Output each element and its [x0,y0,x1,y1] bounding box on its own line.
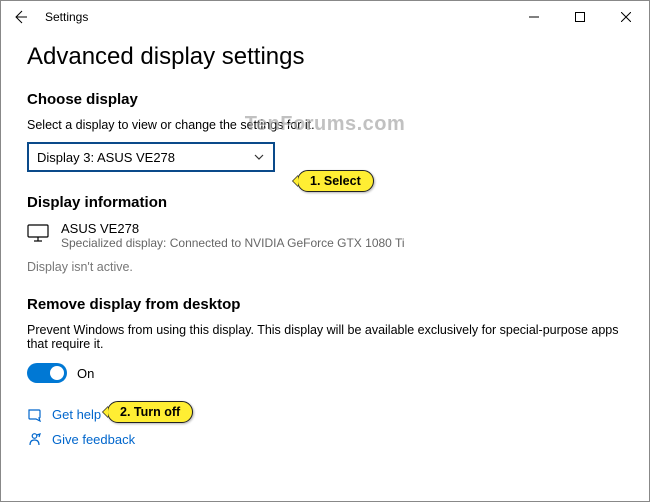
titlebar: Settings [1,1,649,33]
get-help-label: Get help [52,407,101,422]
minimize-button[interactable] [511,1,557,33]
arrow-left-icon [13,9,29,25]
device-detail: Specialized display: Connected to NVIDIA… [61,236,405,250]
device-name: ASUS VE278 [61,221,405,236]
help-icon [27,407,42,422]
toggle-label: On [77,366,94,381]
monitor-icon [27,223,49,248]
display-select-value: Display 3: ASUS VE278 [37,150,175,165]
display-select[interactable]: Display 3: ASUS VE278 [27,142,275,172]
remove-display-desc: Prevent Windows from using this display.… [27,323,623,351]
minimize-icon [529,12,539,22]
remove-display-toggle[interactable] [27,363,67,383]
callout-2-turnoff: 2. Turn off [107,401,193,423]
remove-display-toggle-row: On [27,363,623,383]
feedback-icon [27,432,42,447]
window-title: Settings [41,10,88,24]
display-inactive-text: Display isn't active. [27,260,623,274]
toggle-knob [50,366,64,380]
give-feedback-label: Give feedback [52,432,135,447]
display-info-heading: Display information [27,194,623,211]
content-area: Advanced display settings Choose display… [1,33,649,447]
page-heading: Advanced display settings [27,43,623,71]
maximize-button[interactable] [557,1,603,33]
display-device-row: ASUS VE278 Specialized display: Connecte… [27,221,623,250]
callout-1-select: 1. Select [297,170,374,192]
close-icon [621,12,631,22]
close-button[interactable] [603,1,649,33]
give-feedback-link[interactable]: Give feedback [27,432,623,447]
chevron-down-icon [253,151,265,163]
maximize-icon [575,12,585,22]
back-button[interactable] [1,1,41,33]
remove-display-heading: Remove display from desktop [27,296,623,313]
choose-display-hint: Select a display to view or change the s… [27,118,623,132]
choose-display-heading: Choose display [27,91,623,108]
